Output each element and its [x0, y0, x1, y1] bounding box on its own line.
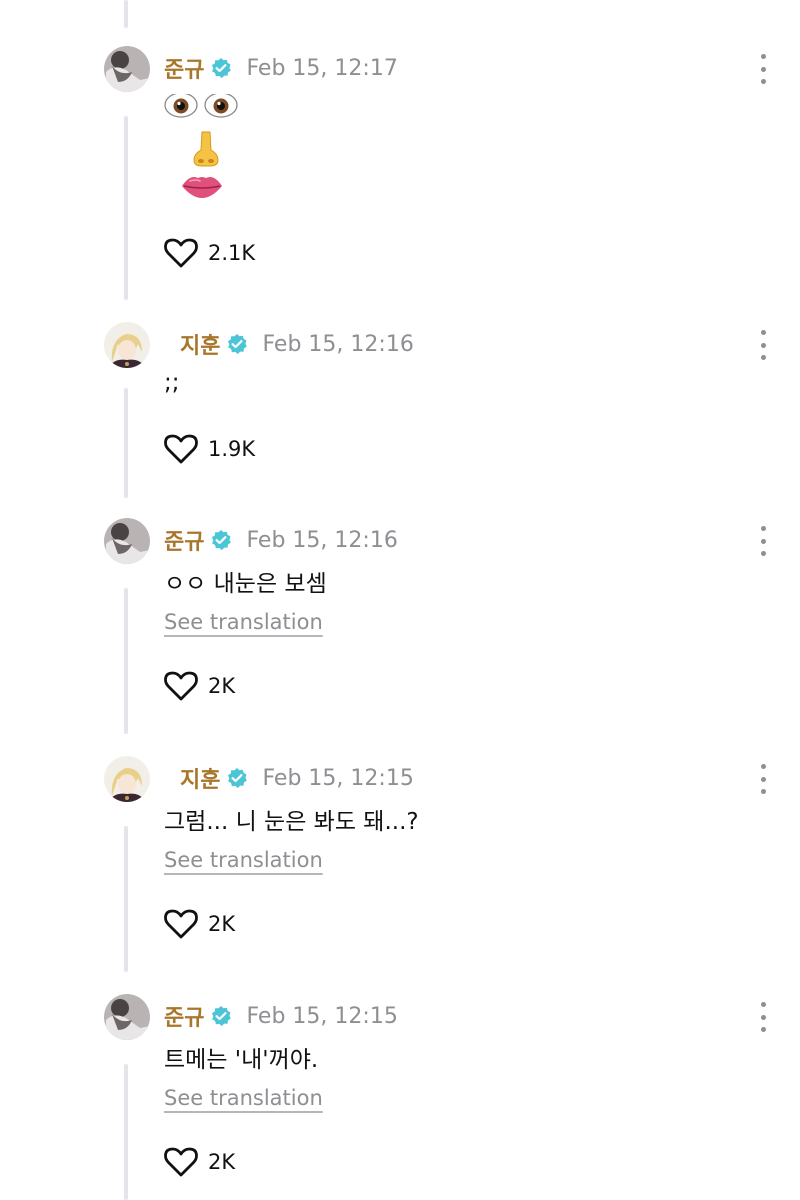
eyes-emoji: [164, 92, 238, 118]
username[interactable]: 준규: [164, 524, 204, 556]
like-row: 2K: [164, 907, 235, 941]
post-header: 지훈 Feb 15, 12:15: [180, 762, 414, 794]
more-options-button[interactable]: [752, 526, 774, 556]
more-options-button[interactable]: [752, 1002, 774, 1032]
post-text: ㅇㅇ 내눈은 보셈: [164, 571, 327, 597]
lips-emoji: [182, 177, 222, 198]
thread-post: 지훈 Feb 15, 12:15 그럼... 니 눈은 봐도 돼...? See…: [0, 756, 800, 966]
avatar[interactable]: [104, 518, 150, 564]
post-timestamp: Feb 15, 12:16: [262, 331, 414, 357]
thread-view: 준규 Feb 15, 12:17 2.1K 지훈 Feb 15, 12:16 ;…: [0, 0, 800, 1200]
see-translation-link[interactable]: See translation: [164, 610, 323, 634]
nose-emoji: [193, 131, 219, 167]
thread-post: 준규 Feb 15, 12:15 트메는 '내'꺼야. See translat…: [0, 994, 800, 1200]
like-count: 1.9K: [208, 437, 256, 461]
avatar[interactable]: [104, 756, 150, 802]
post-text: 트메는 '내'꺼야.: [164, 1047, 319, 1073]
see-translation-link[interactable]: See translation: [164, 1086, 323, 1110]
more-options-button[interactable]: [752, 764, 774, 794]
avatar[interactable]: [104, 322, 150, 368]
emoji-face: [164, 92, 254, 204]
avatar[interactable]: [104, 994, 150, 1040]
verified-badge-icon: [210, 57, 232, 79]
verified-badge-icon: [210, 529, 232, 551]
thread-post: 준규 Feb 15, 12:16 ㅇㅇ 내눈은 보셈 See translati…: [0, 518, 800, 728]
thread-line: [124, 0, 128, 28]
like-row: 2K: [164, 669, 235, 703]
avatar[interactable]: [104, 46, 150, 92]
heart-icon[interactable]: [164, 909, 198, 939]
username[interactable]: 준규: [164, 52, 204, 84]
see-translation-link[interactable]: See translation: [164, 848, 323, 872]
like-count: 2.1K: [208, 241, 256, 265]
verified-badge-icon: [226, 333, 248, 355]
more-options-button[interactable]: [752, 54, 774, 84]
like-count: 2K: [208, 1150, 236, 1174]
heart-icon[interactable]: [164, 434, 198, 464]
like-count: 2K: [208, 912, 236, 936]
username[interactable]: 지훈: [180, 762, 220, 794]
username[interactable]: 지훈: [180, 328, 220, 360]
heart-icon[interactable]: [164, 1147, 198, 1177]
post-timestamp: Feb 15, 12:15: [262, 765, 414, 791]
verified-badge-icon: [226, 767, 248, 789]
like-row: 2K: [164, 1145, 235, 1179]
post-text: 그럼... 니 눈은 봐도 돼...?: [164, 809, 419, 835]
heart-icon[interactable]: [164, 238, 198, 268]
like-count: 2K: [208, 674, 236, 698]
post-timestamp: Feb 15, 12:16: [246, 527, 398, 553]
post-header: 준규 Feb 15, 12:15: [164, 1000, 398, 1032]
thread-post: 준규 Feb 15, 12:17 2.1K: [0, 46, 800, 286]
username[interactable]: 준규: [164, 1000, 204, 1032]
verified-badge-icon: [210, 1005, 232, 1027]
heart-icon[interactable]: [164, 671, 198, 701]
like-row: 2.1K: [164, 236, 255, 270]
like-row: 1.9K: [164, 432, 255, 466]
thread-post: 지훈 Feb 15, 12:16 ;; 1.9K: [0, 322, 800, 492]
post-header: 지훈 Feb 15, 12:16: [180, 328, 414, 360]
post-timestamp: Feb 15, 12:17: [246, 55, 398, 81]
post-header: 준규 Feb 15, 12:16: [164, 524, 398, 556]
post-text: ;;: [164, 370, 180, 396]
post-timestamp: Feb 15, 12:15: [246, 1003, 398, 1029]
more-options-button[interactable]: [752, 330, 774, 360]
post-header: 준규 Feb 15, 12:17: [164, 52, 398, 84]
